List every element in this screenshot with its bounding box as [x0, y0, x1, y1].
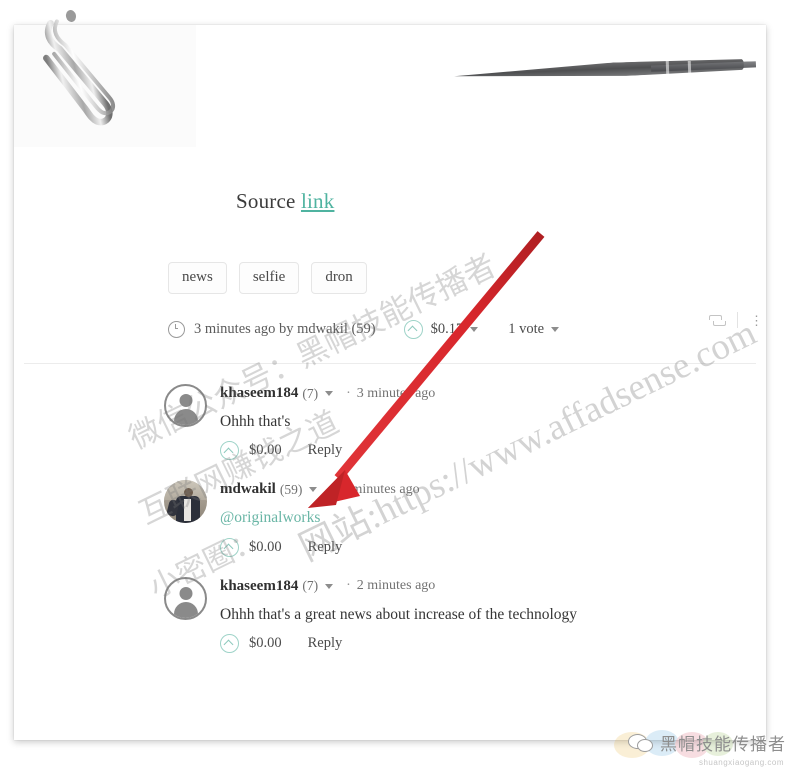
comment-main: khaseem184 (7) · 3 minutes ago Ohhh that…	[220, 384, 766, 461]
tag-pill[interactable]: selfie	[238, 262, 300, 294]
comment-separator: ·	[330, 481, 336, 497]
comment-footer: $0.00 Reply	[220, 537, 766, 557]
reply-button[interactable]: Reply	[308, 442, 343, 459]
post-body: Source link news selfie dron 3 minutes a…	[14, 147, 766, 654]
comment-reputation: (59)	[279, 481, 303, 497]
comment-item: mdwakil (59) · 3 minutes ago @originalwo…	[14, 460, 766, 557]
post-payout-group[interactable]: $0.17	[403, 319, 479, 339]
reply-button[interactable]: Reply	[308, 539, 343, 556]
comment-author[interactable]: mdwakil	[220, 481, 276, 498]
drone-body-shape	[454, 57, 744, 82]
tag-pill[interactable]: dron	[311, 262, 367, 294]
post-time-and-author: 3 minutes ago by mdwakil (59)	[194, 320, 376, 337]
resteem-icon[interactable]	[709, 314, 726, 326]
avatar[interactable]	[164, 480, 207, 524]
brand-text: 黑帽技能传播者	[660, 735, 786, 754]
chevron-down-icon[interactable]	[470, 326, 479, 332]
clock-icon	[168, 320, 185, 338]
comment-footer: $0.00 Reply	[220, 634, 766, 654]
comment-payout: $0.00	[249, 538, 282, 555]
upvote-icon[interactable]	[403, 319, 423, 339]
comment-author[interactable]: khaseem184	[220, 385, 298, 402]
source-label: Source	[236, 189, 296, 213]
chevron-down-icon[interactable]	[325, 391, 334, 396]
comment-timestamp: 3 minutes ago	[356, 385, 436, 401]
upvote-icon[interactable]	[220, 537, 239, 557]
comment-header: khaseem184 (7) · 3 minutes ago	[220, 384, 766, 403]
post-hero-image	[14, 25, 766, 147]
tag-list: news selfie dron	[14, 214, 766, 294]
comment-reputation: (7)	[302, 385, 319, 401]
comment-footer: $0.00 Reply	[220, 441, 766, 461]
post-card: Source link news selfie dron 3 minutes a…	[14, 25, 766, 740]
comment-item: khaseem184 (7) · 3 minutes ago Ohhh that…	[14, 364, 766, 461]
comment-reputation: (7)	[302, 578, 319, 594]
chevron-down-icon[interactable]	[309, 487, 318, 493]
comment-header: khaseem184 (7) · 2 minutes ago	[220, 577, 766, 596]
hero-photo-inner	[196, 25, 766, 147]
comment-separator: ·	[346, 385, 351, 401]
drone-band-shape	[665, 60, 670, 76]
divider	[737, 312, 738, 328]
wechat-icon	[628, 733, 653, 752]
source-link[interactable]: link	[301, 189, 334, 213]
post-vote-count: 1 vote	[508, 320, 545, 337]
avatar[interactable]	[164, 576, 207, 620]
chevron-down-icon[interactable]	[551, 326, 560, 332]
comment-separator: ·	[346, 578, 351, 594]
comment-main: khaseem184 (7) · 2 minutes ago Ohhh that…	[220, 577, 766, 654]
upvote-icon[interactable]	[220, 441, 239, 461]
comment-body: Ohhh that's	[220, 413, 291, 430]
post-actions-group: ⋮	[709, 312, 763, 328]
comment-payout: $0.00	[249, 635, 282, 652]
drone-band-shape	[687, 60, 692, 76]
source-line: Source link	[14, 147, 766, 214]
comment-main: mdwakil (59) · 3 minutes ago @originalwo…	[220, 480, 766, 557]
avatar[interactable]	[164, 384, 207, 427]
comment-body: Ohhh that's a great news about increase …	[220, 605, 578, 623]
post-payout-value: $0.17	[430, 320, 464, 337]
brand-subtext: shuangxiaogang.com	[698, 758, 784, 767]
more-options-icon[interactable]: ⋮	[750, 314, 763, 327]
comment-timestamp: 2 minutes ago	[356, 578, 436, 594]
reply-button[interactable]: Reply	[308, 635, 343, 652]
brand-bar: 黑帽技能传播者	[628, 730, 786, 755]
post-meta-row: 3 minutes ago by mdwakil (59) $0.17 1 vo…	[14, 294, 766, 346]
comment-body-mention[interactable]: @originalworks	[220, 508, 766, 527]
wechat-bubble-b	[637, 739, 653, 752]
upvote-icon[interactable]	[220, 634, 239, 654]
tag-pill[interactable]: news	[168, 262, 227, 294]
avatar-photo-shirt	[184, 499, 191, 522]
comment-author[interactable]: khaseem184	[220, 578, 298, 595]
comment-payout: $0.00	[249, 442, 282, 459]
comment-list: khaseem184 (7) · 3 minutes ago Ohhh that…	[14, 364, 766, 654]
chevron-down-icon[interactable]	[325, 583, 334, 589]
comment-header: mdwakil (59) · 3 minutes ago	[220, 480, 766, 499]
post-votes-group[interactable]: 1 vote	[508, 320, 560, 338]
comment-timestamp: 3 minutes ago	[341, 481, 420, 497]
comment-item: khaseem184 (7) · 2 minutes ago Ohhh that…	[14, 557, 766, 654]
